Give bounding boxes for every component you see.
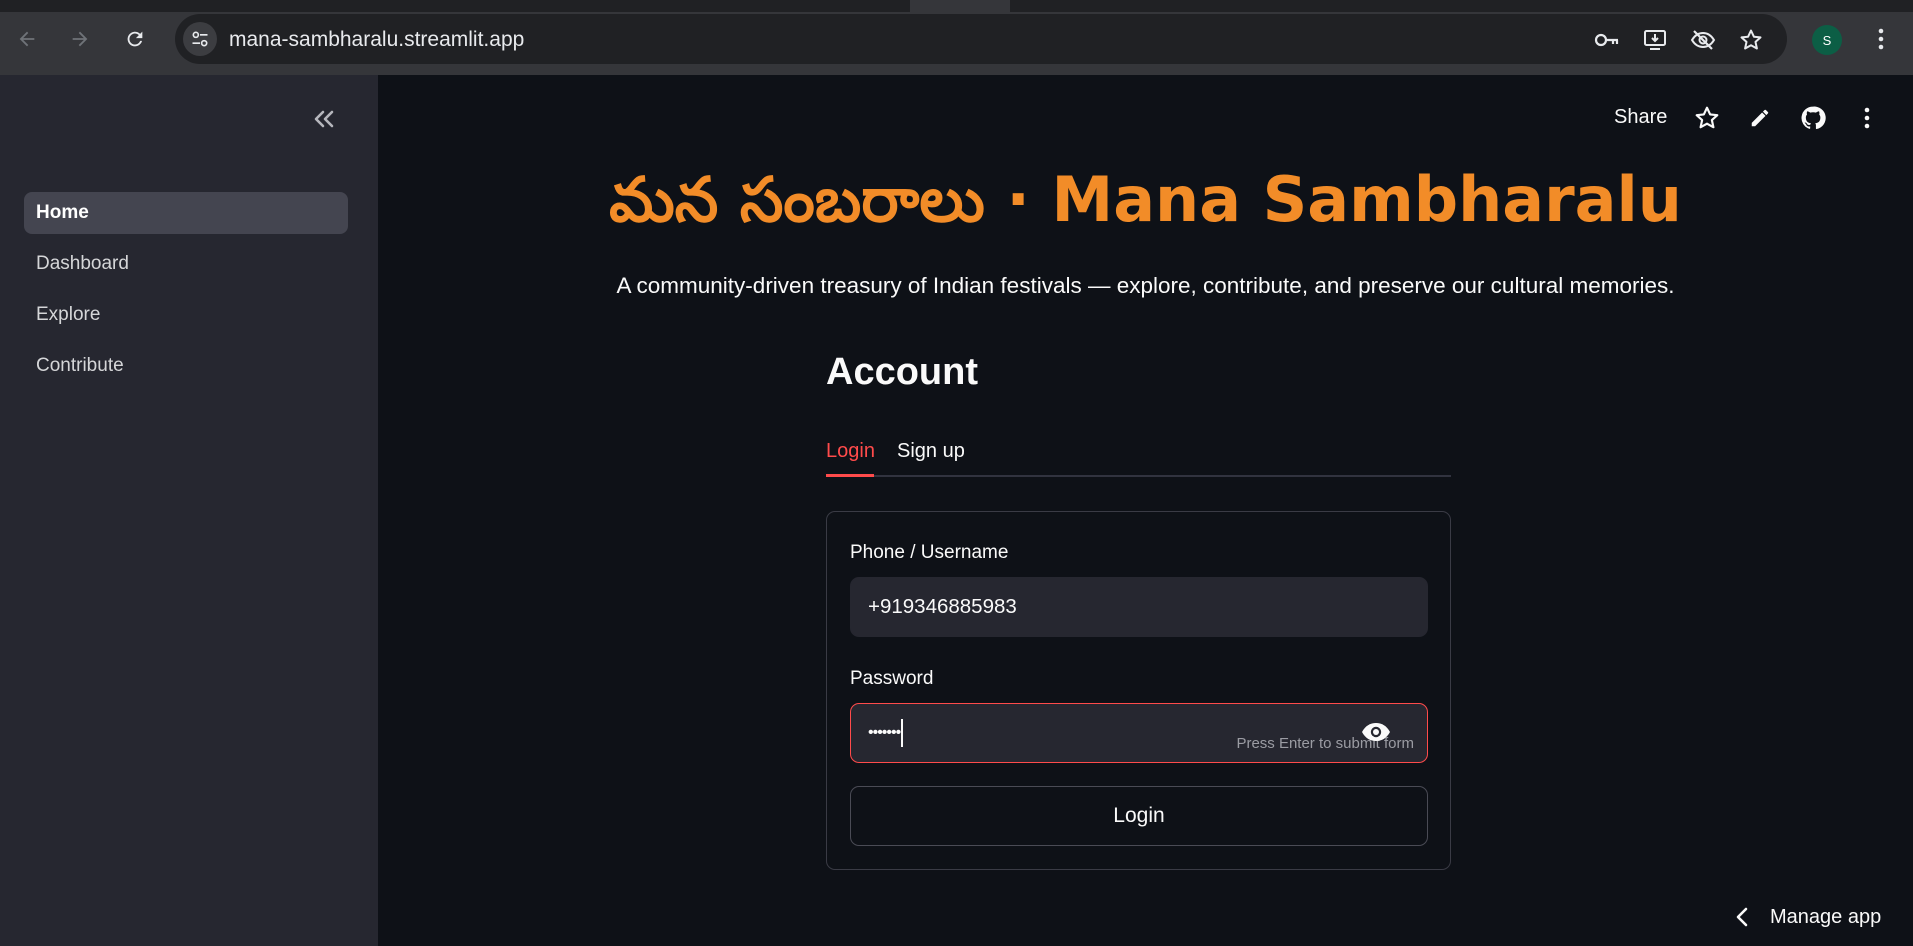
install-app-icon[interactable]: [1641, 26, 1669, 54]
password-label: Password: [850, 668, 934, 689]
bookmark-star-icon[interactable]: [1737, 26, 1765, 54]
profile-avatar[interactable]: S: [1812, 25, 1842, 55]
forward-icon[interactable]: [63, 22, 97, 56]
sidebar-nav: Home Dashboard Explore Contribute: [24, 192, 348, 396]
chevron-left-icon: [1727, 907, 1757, 927]
active-tab[interactable]: [910, 0, 1010, 12]
manage-app-label: Manage app: [1770, 905, 1882, 928]
url-text[interactable]: mana-sambharalu.streamlit.app: [229, 28, 524, 52]
github-icon[interactable]: [1798, 103, 1828, 133]
password-value: •••••••: [868, 724, 901, 741]
sidebar-item-home[interactable]: Home: [24, 192, 348, 234]
tab-strip: [0, 0, 1913, 12]
edit-pencil-icon[interactable]: [1745, 103, 1775, 133]
sidebar-item-dashboard[interactable]: Dashboard: [24, 243, 348, 285]
tab-login[interactable]: Login: [826, 440, 875, 463]
browser-menu-icon[interactable]: [1866, 22, 1896, 56]
username-label: Phone / Username: [850, 542, 1009, 563]
account-heading: Account: [826, 351, 978, 393]
show-password-icon[interactable]: [1361, 720, 1391, 744]
page-title: మన సంబరాలు · Mana Sambharalu: [609, 163, 1682, 236]
tab-active-indicator: [826, 474, 874, 477]
sidebar-item-contribute[interactable]: Contribute: [24, 345, 348, 387]
login-form: Phone / Username +919346885983 Password …: [826, 511, 1451, 870]
sidebar: Home Dashboard Explore Contribute: [0, 75, 378, 946]
page-subtitle: A community-driven treasury of Indian fe…: [616, 273, 1675, 298]
collapse-sidebar-icon[interactable]: [308, 103, 340, 135]
eye-off-icon[interactable]: [1689, 26, 1717, 54]
manage-app-button[interactable]: Manage app: [1727, 897, 1907, 937]
account-tabs: Login Sign up: [826, 435, 1451, 477]
more-menu-icon[interactable]: [1852, 103, 1882, 133]
username-input[interactable]: +919346885983: [850, 577, 1428, 637]
login-button[interactable]: Login: [850, 786, 1428, 846]
browser-toolbar: mana-sambharalu.streamlit.app S: [0, 0, 1913, 75]
text-cursor: [901, 719, 904, 747]
back-icon[interactable]: [10, 22, 44, 56]
tab-sign-up[interactable]: Sign up: [897, 440, 965, 463]
sidebar-item-explore[interactable]: Explore: [24, 294, 348, 336]
key-icon[interactable]: [1593, 26, 1621, 54]
star-icon[interactable]: [1692, 103, 1722, 133]
main-content: Share మన సంబరాలు · Mana Sambharalu A com…: [378, 75, 1913, 946]
password-input[interactable]: ••••••• Press Enter to submit form: [850, 703, 1428, 763]
username-value: +919346885983: [868, 595, 1017, 618]
address-bar[interactable]: mana-sambharalu.streamlit.app: [175, 14, 1787, 64]
site-settings-icon[interactable]: [183, 22, 217, 56]
reload-icon[interactable]: [118, 22, 152, 56]
share-button[interactable]: Share: [1614, 106, 1667, 129]
